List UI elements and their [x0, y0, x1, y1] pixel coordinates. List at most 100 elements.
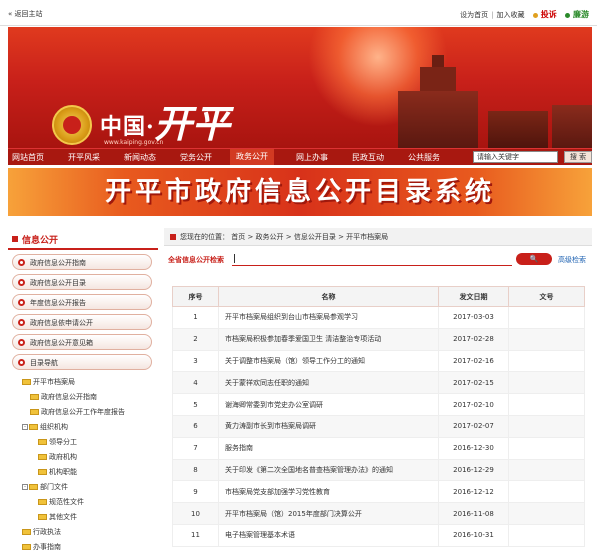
bullet-icon: [18, 339, 25, 346]
breadcrumb: 您现在的位置： 首页 > 政务公开 > 信息公开目录 > 开平市档案局: [164, 228, 592, 246]
bullet-icon: [18, 259, 25, 266]
cell-title-link[interactable]: 黄力涛副市长到市档案局调研: [218, 414, 439, 438]
folder-icon: [30, 394, 39, 400]
cell-title-link[interactable]: 关于调整市档案局（馆）领导工作分工的通知: [218, 349, 439, 373]
nav-kaiping-style[interactable]: 开平风采: [68, 152, 100, 163]
tree-label: 领导分工: [49, 438, 77, 446]
table-row: 6 黄力涛副市长到市档案局调研 2017-02-07: [172, 414, 585, 438]
tree-item-leadership[interactable]: 领导分工: [38, 437, 77, 447]
cell-doc-no: [508, 480, 585, 504]
sidebar-header-icon: [12, 236, 18, 242]
collapse-icon[interactable]: -: [22, 484, 28, 490]
cell-date: 2017-02-28: [438, 327, 509, 351]
cell-title-link[interactable]: 市档案局党支部加强学习党性教育: [218, 480, 439, 504]
table-row: 1 开平市档案局组织到台山市档案局参观学习 2017-03-03: [172, 306, 585, 329]
back-to-main-link[interactable]: « 返回主站: [8, 9, 43, 19]
nav-online-services[interactable]: 网上办事: [296, 152, 328, 163]
tree-item-normative-docs[interactable]: 规范性文件: [38, 497, 84, 507]
menu-feedback[interactable]: 政府信息公开意见箱: [12, 334, 152, 350]
folder-icon: [29, 424, 38, 430]
cell-title-link[interactable]: 开平市档案局组织到台山市档案局参观学习: [218, 306, 439, 329]
cell-title-link[interactable]: 电子档案管理基本术语: [218, 523, 439, 547]
menu-label: 政府信息公开指南: [30, 259, 86, 267]
cell-title-link[interactable]: 市档案局积极参加春季爱国卫生 清洁整治专项活动: [218, 327, 439, 351]
nav-interaction[interactable]: 民政互动: [352, 152, 384, 163]
hotline-link[interactable]: 廉游: [573, 10, 589, 19]
tree-item-enforcement[interactable]: 行政执法: [22, 527, 61, 537]
folder-icon: [38, 439, 47, 445]
tree-label: 办事指南: [33, 543, 61, 551]
tree-item-agencies[interactable]: 政府机构: [38, 452, 77, 462]
menu-annual-report[interactable]: 年度信息公开报告: [12, 294, 152, 310]
collapse-icon[interactable]: -: [22, 424, 28, 430]
nav-news[interactable]: 新闻动态: [124, 152, 156, 163]
menu-label: 政府信息公开目录: [30, 279, 86, 287]
menu-guide[interactable]: 政府信息公开指南: [12, 254, 152, 270]
col-header-doc-no: 文号: [508, 286, 585, 307]
cell-doc-no: [508, 393, 585, 416]
folder-icon: [29, 484, 38, 490]
cell-title-link[interactable]: 开平市档案局（馆）2015年度部门决算公开: [218, 502, 439, 525]
main-nav: 网站首页 开平风采 新闻动态 党务公开 政务公开 网上办事 民政互动 公共服务 …: [8, 148, 592, 165]
folder-icon: [38, 469, 47, 475]
tree-item-guide[interactable]: 政府信息公开指南: [30, 392, 97, 402]
breadcrumb-text: 您现在的位置： 首页 > 政务公开 > 信息公开目录 > 开平市档案局: [180, 233, 389, 241]
cell-title-link[interactable]: 服务指南: [218, 436, 439, 460]
tree-label: 行政执法: [33, 528, 61, 536]
nav-home[interactable]: 网站首页: [12, 152, 44, 163]
complaint-link[interactable]: 投诉: [541, 10, 557, 19]
bullet-icon: [18, 319, 25, 326]
table-row: 4 关于蒙祥欢同志任职的通知 2017-02-15: [172, 371, 585, 395]
cell-index: 1: [172, 306, 219, 329]
col-header-index: 序号: [172, 286, 219, 307]
nav-party-affairs[interactable]: 党务公开: [180, 152, 212, 163]
cell-doc-no: [508, 523, 585, 547]
cell-date: 2017-02-07: [438, 414, 509, 438]
catalog-search-button[interactable]: 🔍: [516, 253, 552, 265]
cell-index: 7: [172, 436, 219, 460]
bullet-icon: [18, 299, 25, 306]
tree-item-annual-report[interactable]: 政府信息公开工作年度报告: [30, 407, 125, 417]
menu-application[interactable]: 政府信息依申请公开: [12, 314, 152, 330]
cell-index: 10: [172, 502, 219, 525]
table-row: 3 关于调整市档案局（馆）领导工作分工的通知 2017-02-16: [172, 349, 585, 373]
tree-item-archives-bureau[interactable]: 开平市档案局: [22, 377, 75, 387]
cell-doc-no: [508, 306, 585, 329]
tree-item-functions[interactable]: 机构职能: [38, 467, 77, 477]
menu-label: 政府信息依申请公开: [30, 319, 93, 327]
menu-directory-nav[interactable]: 目录导航: [12, 354, 152, 370]
folder-icon: [22, 529, 31, 535]
tree-item-other-docs[interactable]: 其他文件: [38, 512, 77, 522]
cell-date: 2016-12-29: [438, 458, 509, 482]
nav-government-affairs[interactable]: 政务公开: [230, 149, 274, 165]
tree-item-service-guide[interactable]: 办事指南: [22, 542, 61, 552]
cell-doc-no: [508, 502, 585, 525]
site-url: www.kaiping.gov.cn: [104, 139, 164, 146]
sidebar-title: 信息公开: [22, 236, 59, 246]
tree-item-organization[interactable]: - 组织机构: [22, 422, 68, 432]
col-header-name: 名称: [218, 286, 439, 307]
catalog-search-input[interactable]: [232, 252, 512, 266]
cell-doc-no: [508, 414, 585, 438]
cell-date: 2017-03-03: [438, 306, 509, 329]
tree-label: 机构职能: [49, 468, 77, 476]
folder-icon: [38, 499, 47, 505]
site-search-input[interactable]: 请输入关键字: [473, 151, 558, 163]
advanced-search-link[interactable]: 高级检索: [558, 255, 586, 265]
catalog-search-label: 全省信息公开检索: [168, 256, 224, 264]
tree-label: 组织机构: [40, 423, 68, 431]
cell-title-link[interactable]: 关于印发《第二次全国地名普查档案管理办法》的通知: [218, 458, 439, 482]
site-search-button[interactable]: 搜 索: [564, 151, 592, 163]
cell-date: 2016-12-12: [438, 480, 509, 504]
add-favorite-link[interactable]: 加入收藏: [497, 11, 525, 19]
cell-doc-no: [508, 371, 585, 395]
set-home-link[interactable]: 设为首页: [460, 11, 488, 19]
table-row: 8 关于印发《第二次全国地名普查档案管理办法》的通知 2016-12-29: [172, 458, 585, 482]
nav-public-services[interactable]: 公共服务: [408, 152, 440, 163]
menu-catalog[interactable]: 政府信息公开目录: [12, 274, 152, 290]
menu-label: 目录导航: [30, 359, 58, 367]
cell-title-link[interactable]: 谢海卿常委到市党史办公室调研: [218, 393, 439, 416]
cell-title-link[interactable]: 关于蒙祥欢同志任职的通知: [218, 371, 439, 395]
tree-item-dept-docs[interactable]: - 部门文件: [22, 482, 68, 492]
menu-label: 年度信息公开报告: [30, 299, 86, 307]
